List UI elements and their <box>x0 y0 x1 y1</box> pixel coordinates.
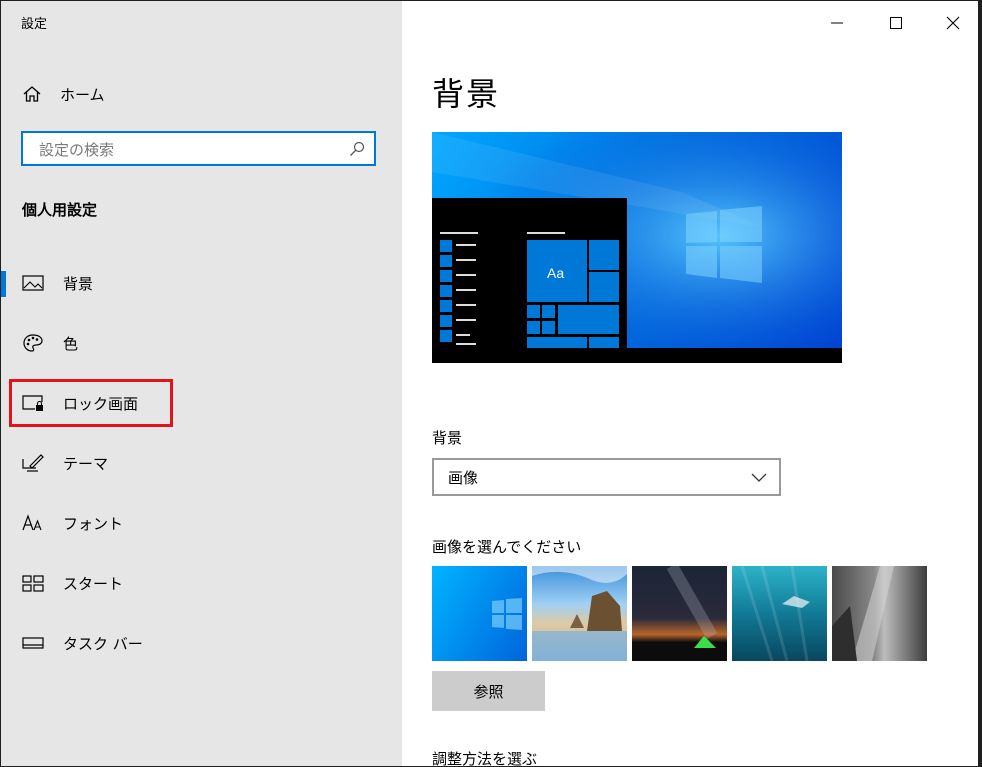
sidebar-item-label: フォント <box>63 514 124 533</box>
maximize-button[interactable] <box>882 9 910 37</box>
background-preview: Aa <box>432 132 842 363</box>
sidebar-item-fonts[interactable]: フォント <box>1 503 402 543</box>
theme-pen-icon <box>21 452 45 474</box>
sidebar-item-label: スタート <box>63 574 124 593</box>
thumbnail-underwater-swimmer[interactable] <box>732 566 827 661</box>
sidebar-item-color[interactable]: 色 <box>1 323 402 363</box>
picture-icon <box>21 272 45 294</box>
search-input[interactable] <box>37 139 341 161</box>
thumbnail-windows-default[interactable] <box>432 566 527 661</box>
palette-icon <box>21 332 45 354</box>
thumbnail-rock-climber[interactable] <box>832 566 927 661</box>
home-nav-item[interactable]: ホーム <box>22 81 105 107</box>
close-icon <box>946 16 960 30</box>
sidebar-item-taskbar[interactable]: タスク バー <box>1 623 402 663</box>
minimize-icon <box>831 22 843 24</box>
page-title: 背景 <box>432 75 501 113</box>
fit-label: 調整方法を選ぶ <box>432 750 538 767</box>
maximize-icon <box>890 17 902 29</box>
thumbnail-beach-rocks[interactable] <box>532 566 627 661</box>
section-title: 個人用設定 <box>22 201 98 219</box>
close-button[interactable] <box>939 9 967 37</box>
window-right-edge <box>978 1 981 766</box>
sidebar-item-background[interactable]: 背景 <box>1 263 402 303</box>
desktop-preview-graphic <box>432 132 842 363</box>
app-title: 設定 <box>21 17 48 32</box>
background-type-dropdown[interactable]: 画像 <box>432 458 781 496</box>
sidebar-item-theme[interactable]: テーマ <box>1 443 402 483</box>
browse-button[interactable]: 参照 <box>432 671 545 711</box>
sidebar-item-label: タスク バー <box>63 634 143 653</box>
lock-screen-highlight-box <box>9 379 173 427</box>
minimize-button[interactable] <box>823 9 851 37</box>
thumbnail-night-sky-tent[interactable] <box>632 566 727 661</box>
sidebar-item-start[interactable]: スタート <box>1 563 402 603</box>
start-tiles-icon <box>21 572 45 594</box>
home-label: ホーム <box>60 85 105 104</box>
preview-tile-text: Aa <box>547 265 565 281</box>
dropdown-value: 画像 <box>448 468 479 487</box>
background-label: 背景 <box>432 429 463 447</box>
sidebar-item-label: 色 <box>63 334 79 353</box>
font-icon <box>21 512 45 534</box>
sidebar-item-label: 背景 <box>63 274 94 293</box>
sidebar: 設定 ホーム 個人用設定 背景 色 <box>1 1 402 766</box>
home-icon <box>23 86 41 102</box>
chevron-down-icon <box>751 473 767 482</box>
search-icon[interactable] <box>349 141 365 157</box>
settings-window: 設定 ホーム 個人用設定 背景 色 <box>0 0 982 767</box>
sidebar-item-label: テーマ <box>63 454 109 473</box>
choose-picture-label: 画像を選んでください <box>432 538 582 556</box>
search-box[interactable] <box>21 131 376 166</box>
taskbar-icon <box>21 632 45 654</box>
